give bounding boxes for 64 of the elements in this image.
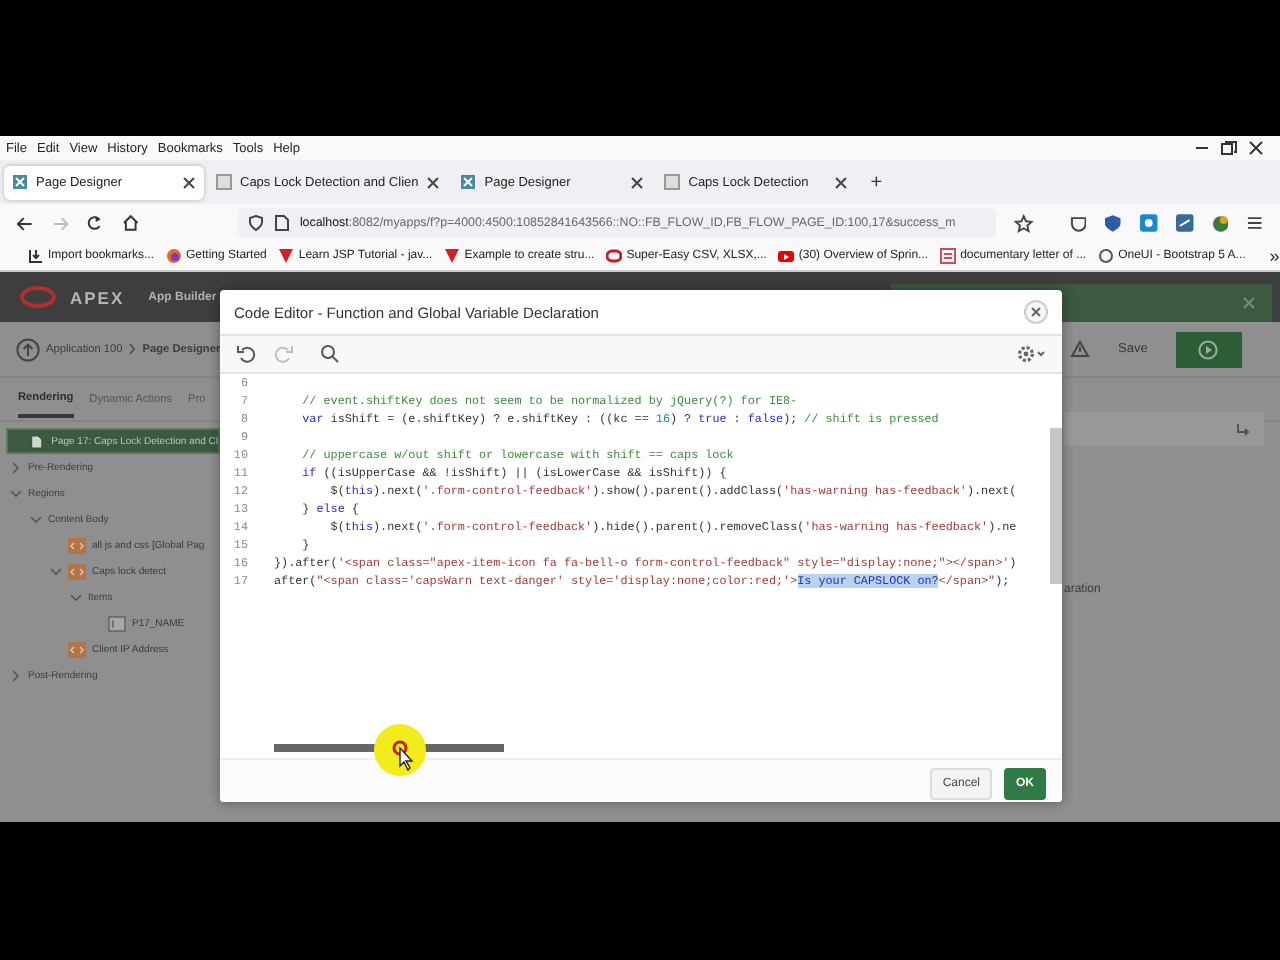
tab-icon xyxy=(216,174,232,190)
extension-icon xyxy=(1140,214,1158,232)
tab-icon xyxy=(12,174,28,190)
home-icon xyxy=(122,214,140,232)
brand-name: APEX xyxy=(70,287,125,307)
tab-icon xyxy=(664,174,681,190)
pocket-icon xyxy=(1069,214,1087,232)
logo-icon xyxy=(20,286,56,308)
filter-field[interactable] xyxy=(1064,412,1264,446)
close-icon xyxy=(426,175,441,189)
extension-icon xyxy=(1211,214,1229,232)
redo-icon xyxy=(274,344,294,364)
back-icon xyxy=(16,215,34,231)
extension-icon xyxy=(1175,214,1193,232)
close-button[interactable] xyxy=(1024,300,1048,324)
bookmark-icon xyxy=(166,248,183,264)
forward-icon xyxy=(51,215,69,231)
new-tab-button[interactable]: + xyxy=(860,171,893,193)
bookmark-icon xyxy=(606,248,623,264)
region-icon xyxy=(68,537,86,553)
search-button[interactable] xyxy=(320,344,340,364)
close-icon xyxy=(834,175,849,189)
chevron-icon xyxy=(9,461,21,473)
bookmark-icon xyxy=(1098,248,1115,264)
bookmark-icon xyxy=(28,248,44,264)
chevron-icon xyxy=(69,591,81,603)
search-icon xyxy=(320,344,340,364)
settings-icon xyxy=(1016,344,1046,364)
chevron-icon xyxy=(128,342,137,356)
menu-icon xyxy=(1246,214,1264,232)
play-icon xyxy=(1198,339,1219,359)
bookmark-icon xyxy=(444,248,461,264)
return-icon xyxy=(1236,421,1252,437)
run-button[interactable] xyxy=(1175,331,1242,367)
close-icon xyxy=(1030,306,1042,318)
scrollbar[interactable] xyxy=(1050,428,1062,584)
region-icon xyxy=(68,641,86,657)
close-icon xyxy=(182,175,196,189)
more-bookmarks-button[interactable]: » xyxy=(1269,246,1280,266)
chevron-icon xyxy=(9,669,21,681)
settings-button[interactable] xyxy=(1016,344,1046,364)
bookmark-icon xyxy=(278,248,295,264)
up-icon xyxy=(16,337,40,361)
close-icon xyxy=(1248,140,1264,156)
region-icon xyxy=(68,563,86,579)
chevron-icon xyxy=(29,513,41,525)
shield-icon xyxy=(1104,213,1123,233)
bookmark-icon xyxy=(940,248,957,264)
chevron-icon xyxy=(49,565,61,577)
restore-icon xyxy=(1220,140,1238,156)
undo-button[interactable] xyxy=(236,344,256,364)
shield-icon xyxy=(247,214,264,232)
tab-icon xyxy=(460,174,477,190)
warning-icon xyxy=(1070,340,1090,358)
page-icon xyxy=(30,433,46,449)
close-icon xyxy=(630,175,645,189)
chevron-icon xyxy=(9,487,21,499)
item-icon xyxy=(108,615,126,631)
page-icon xyxy=(273,214,290,232)
reload-icon xyxy=(86,214,105,232)
close-icon xyxy=(1242,296,1256,310)
star-icon xyxy=(1013,213,1034,233)
undo-icon xyxy=(236,344,256,364)
bookmark-icon xyxy=(778,248,795,264)
